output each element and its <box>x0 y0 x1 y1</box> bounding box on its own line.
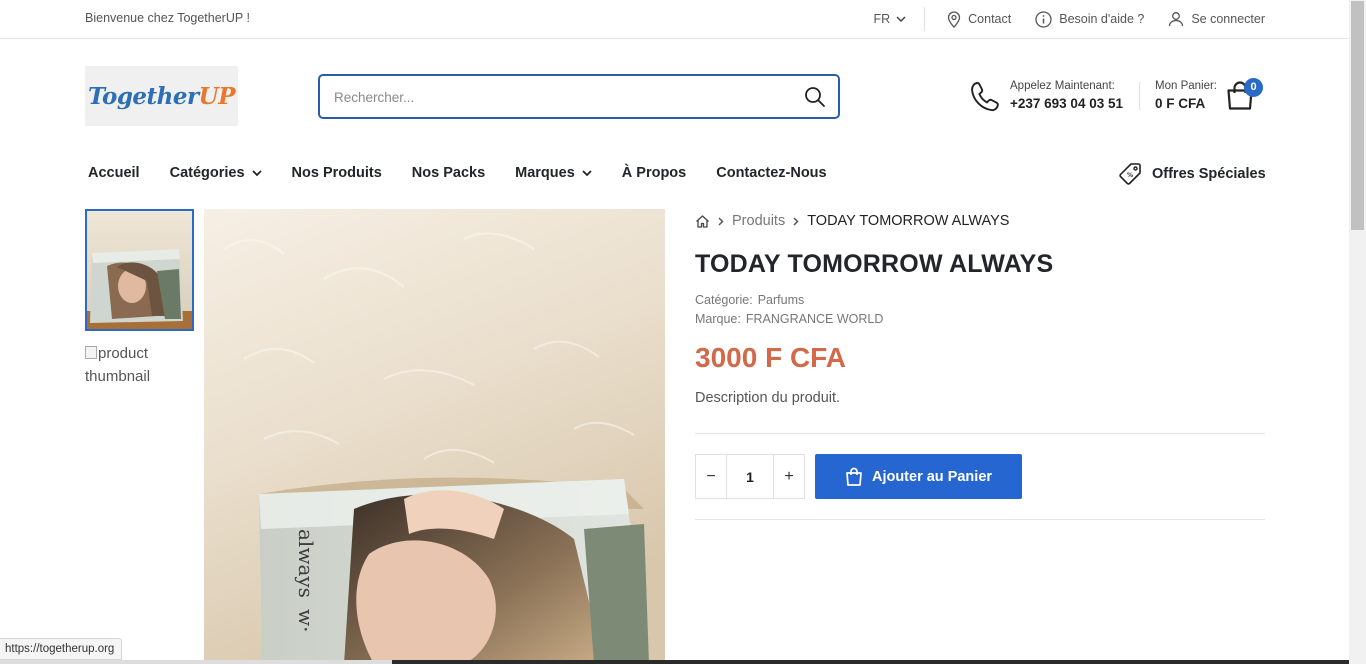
product-thumbnail-broken[interactable]: product thumbnail <box>85 342 194 388</box>
welcome-text: Bienvenue chez TogetherUP ! <box>85 11 250 25</box>
search-icon <box>805 87 825 107</box>
bottom-strip <box>0 660 1349 664</box>
special-offers-link[interactable]: % Offres Spéciales <box>1118 162 1266 186</box>
product-title: TODAY TOMORROW ALWAYS <box>695 250 1054 278</box>
divider <box>1139 82 1140 110</box>
box-print-text: always <box>294 529 318 598</box>
help-label: Besoin d'aide ? <box>1059 12 1145 26</box>
quantity-stepper: − + <box>695 454 805 499</box>
logo-text-together: Together <box>88 82 199 110</box>
info-icon <box>1035 10 1052 28</box>
product-photo: always w· <box>204 209 665 664</box>
user-icon <box>1169 12 1184 27</box>
chevron-down-icon <box>896 15 906 22</box>
search-button[interactable] <box>804 86 826 108</box>
nav-item-marques[interactable]: Marques <box>515 165 592 181</box>
product-meta: Catégorie: Parfums Marque: FRANGRANCE WORL… <box>695 291 883 329</box>
nav-item-nos-packs[interactable]: Nos Packs <box>412 165 485 181</box>
divider <box>695 433 1265 434</box>
call-number: +237 693 04 03 51 <box>1010 96 1123 111</box>
language-selector[interactable]: FR <box>873 12 924 26</box>
chevron-right-icon <box>718 216 724 226</box>
search-bar <box>318 74 840 119</box>
chevron-down-icon <box>582 169 592 176</box>
top-bar: Bienvenue chez TogetherUP ! FR Contact B… <box>0 0 1349 39</box>
nav-item-categories[interactable]: Catégories <box>170 165 262 181</box>
shopping-bag-icon <box>846 467 862 486</box>
cart-count-badge: 0 <box>1244 78 1263 97</box>
nav-item-accueil[interactable]: Accueil <box>88 165 140 181</box>
divider <box>695 519 1265 520</box>
breadcrumb-current: TODAY TOMORROW ALWAYS <box>807 213 1010 229</box>
brand-row: Marque: FRANGRANCE WORLD <box>695 310 883 329</box>
cart-label: Mon Panier: <box>1155 80 1218 92</box>
nav-label: Accueil <box>88 165 140 181</box>
brand-value[interactable]: FRANGRANCE WORLD <box>746 312 884 326</box>
logo-text: TogetherUP <box>88 82 236 110</box>
main-nav: Accueil Catégories Nos Produits Nos Pack… <box>88 165 857 181</box>
scrollbar-thumb[interactable] <box>1351 1 1364 230</box>
quantity-input[interactable] <box>726 455 774 498</box>
product-price: 3000 F CFA <box>695 342 846 373</box>
phone-icon <box>971 82 999 112</box>
broken-image-icon <box>85 346 97 359</box>
cart-total: 0 F CFA <box>1155 96 1206 111</box>
quantity-increase-button[interactable]: + <box>774 455 804 498</box>
home-icon[interactable] <box>695 214 710 229</box>
status-bar-url: https://togetherup.org <box>0 638 123 660</box>
contact-link[interactable]: Contact <box>947 10 1012 28</box>
product-main-image[interactable]: always w· <box>204 209 665 664</box>
nav-label: Catégories <box>169 165 245 181</box>
login-label: Se connecter <box>1191 12 1265 26</box>
nav-label: Marques <box>515 165 575 181</box>
nav-label: À Propos <box>621 165 687 181</box>
category-row: Catégorie: Parfums <box>695 291 883 310</box>
call-label: Appelez Maintenant: <box>1010 80 1115 92</box>
language-label: FR <box>873 12 891 26</box>
box-print-text: w· <box>294 609 318 632</box>
search-input[interactable] <box>334 86 794 108</box>
brand-label: Marque: <box>695 312 741 326</box>
nav-item-contactez-nous[interactable]: Contactez-Nous <box>716 165 826 181</box>
breadcrumb-products-link[interactable]: Produits <box>732 213 785 229</box>
nav-label: Nos Produits <box>291 165 382 181</box>
svg-text:%: % <box>1127 172 1133 179</box>
help-link[interactable]: Besoin d'aide ? <box>1035 10 1145 28</box>
product-thumbnail-active[interactable] <box>85 209 194 331</box>
top-bar-links: FR Contact Besoin d'aide ? Se connecter <box>873 0 1265 38</box>
contact-label: Contact <box>968 12 1012 26</box>
add-to-cart-button[interactable]: Ajouter au Panier <box>815 454 1022 499</box>
category-label: Catégorie: <box>695 293 753 307</box>
quantity-decrease-button[interactable]: − <box>696 455 726 498</box>
breadcrumb: Produits TODAY TOMORROW ALWAYS <box>695 213 1009 229</box>
call-info[interactable]: Appelez Maintenant: +237 693 04 03 51 <box>970 78 1130 116</box>
divider <box>924 7 926 31</box>
nav-item-a-propos[interactable]: À Propos <box>622 165 686 181</box>
nav-item-nos-produits[interactable]: Nos Produits <box>292 165 382 181</box>
location-pin-icon <box>947 10 961 28</box>
nav-label: Nos Packs <box>411 165 486 181</box>
product-thumbnail-image <box>87 211 192 329</box>
category-value[interactable]: Parfums <box>758 293 805 307</box>
product-description: Description du produit. <box>695 390 841 406</box>
special-offers-label: Offres Spéciales <box>1152 166 1266 182</box>
chevron-down-icon <box>251 169 262 176</box>
login-link[interactable]: Se connecter <box>1168 11 1265 27</box>
site-logo[interactable]: TogetherUP <box>85 66 238 126</box>
price-tag-icon: % <box>1119 163 1141 185</box>
vertical-scrollbar[interactable] <box>1349 0 1366 664</box>
add-to-cart-label: Ajouter au Panier <box>871 468 993 485</box>
chevron-right-icon <box>793 216 799 226</box>
nav-label: Contactez-Nous <box>716 165 827 181</box>
bottom-strip-segment <box>0 660 392 664</box>
logo-text-up: UP <box>198 82 236 110</box>
